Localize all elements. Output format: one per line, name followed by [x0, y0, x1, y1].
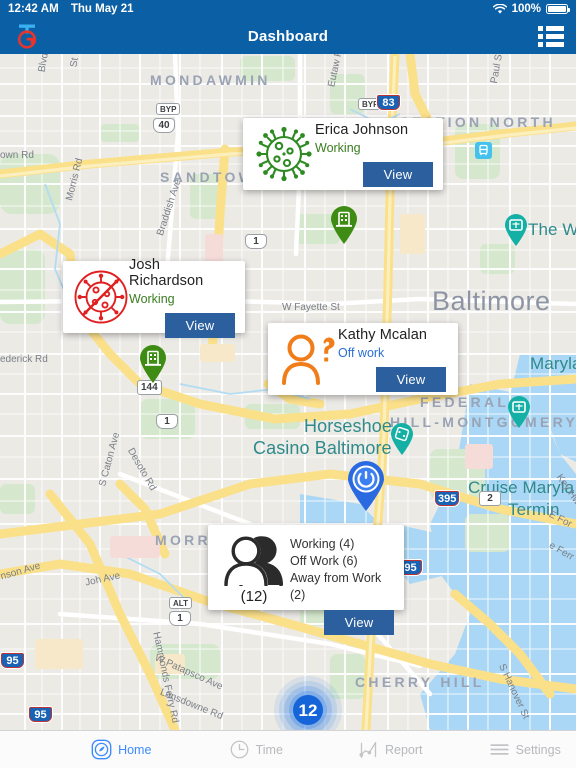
person-question-icon: [280, 331, 338, 387]
card-name-josh: Josh Richardson: [129, 256, 204, 289]
view-button-erica[interactable]: View: [363, 161, 433, 187]
info-card-erica-johnson[interactable]: Erica Johnson Working View: [243, 118, 443, 190]
card-name-erica: Erica Johnson: [315, 121, 409, 138]
museum-poi-pin-1[interactable]: [503, 213, 529, 247]
info-card-josh-richardson[interactable]: Josh Richardson Working View: [63, 257, 245, 338]
cluster-count: 12: [299, 701, 318, 720]
card-status-kathy: Off work: [338, 345, 385, 360]
info-card-kathy-mcalan[interactable]: Kathy Mcalan Off work View: [268, 323, 458, 395]
summary-line-working: Working (4): [290, 537, 355, 551]
status-bar-right: 100%: [492, 3, 570, 15]
battery-full-icon: [546, 4, 570, 14]
nav-bar: Dashboard: [0, 18, 576, 54]
tab-report[interactable]: Report: [339, 739, 442, 760]
view-button-kathy[interactable]: View: [376, 366, 446, 392]
status-bar: 12:42 AM Thu May 21 100%: [0, 0, 576, 18]
clock-icon: [230, 740, 248, 759]
card-status-josh: Working: [129, 291, 175, 306]
tab-settings[interactable]: Settings: [474, 739, 576, 760]
tg-logo-icon[interactable]: [12, 21, 42, 51]
chart-icon: [359, 741, 377, 759]
people-group-icon: [224, 536, 283, 586]
casino-poi-pin[interactable]: [389, 422, 415, 456]
page-title: Dashboard: [247, 27, 329, 45]
tab-home[interactable]: Home: [70, 739, 173, 760]
battery-percent-label: 100%: [511, 3, 541, 15]
virus-icon: [253, 125, 315, 183]
status-bar-date: Thu May 21: [70, 3, 134, 15]
lines-icon: [490, 744, 509, 755]
tab-settings-label: Settings: [515, 742, 561, 757]
status-bar-time: 12:42 AM: [8, 3, 59, 15]
summary-total-count: (12): [240, 588, 268, 605]
tab-time-label: Time: [255, 742, 283, 757]
museum-poi-pin-2[interactable]: [506, 395, 532, 429]
card-name-kathy: Kathy Mcalan: [338, 326, 428, 343]
speedometer-icon: [91, 739, 112, 760]
app-root: 12:42 AM Thu May 21 100% Dashboard MONDA…: [0, 0, 576, 768]
card-status-erica: Working: [315, 140, 361, 155]
list-menu-icon[interactable]: [538, 25, 564, 47]
tab-time[interactable]: Time: [205, 739, 308, 760]
bottom-tab-bar: Home Time Report Settings: [0, 730, 576, 768]
tab-report-label: Report: [384, 742, 423, 757]
view-button-summary[interactable]: View: [324, 610, 394, 635]
train-poi-icon[interactable]: [475, 142, 492, 159]
summary-line-away: Away from Work (2): [290, 571, 382, 602]
info-card-summary[interactable]: (12) Working (4) Off Work (6) Away from …: [208, 525, 404, 635]
summary-line-off-work: Off Work (6): [290, 554, 358, 568]
tab-home-label: Home: [118, 742, 152, 757]
virus-blocked-icon: [73, 268, 129, 326]
view-button-josh[interactable]: View: [165, 312, 235, 338]
wifi-icon: [492, 3, 507, 14]
